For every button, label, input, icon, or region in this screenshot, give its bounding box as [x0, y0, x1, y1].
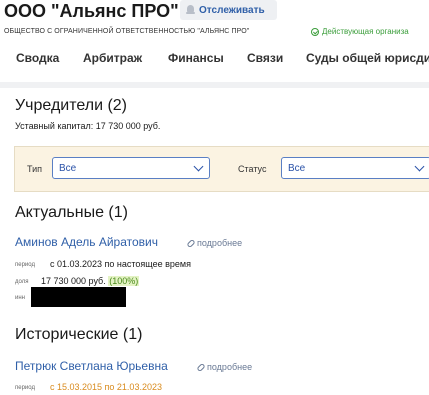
status-label: Действующая организа: [322, 27, 409, 36]
bell-icon: [186, 5, 195, 15]
section-divider: [0, 82, 429, 88]
tab-finance[interactable]: Финансы: [168, 51, 224, 65]
more-link[interactable]: подробнее: [186, 238, 243, 248]
tab-arbitration[interactable]: Арбитраж: [83, 51, 142, 65]
current-founders-title: Актуальные (1): [15, 204, 128, 221]
historical-more-link-label: подробнее: [207, 362, 253, 372]
period-label: период: [15, 262, 35, 268]
nav-tabs: Сводка Арбитраж Финансы Связи Суды общей…: [0, 44, 429, 74]
follow-button[interactable]: Отслеживать: [180, 0, 277, 20]
link-icon: [186, 238, 196, 248]
follow-button-label: Отслеживать: [199, 4, 265, 16]
share-value: 17 730 000 руб. (100%): [41, 276, 140, 286]
check-circle-icon: [311, 27, 319, 36]
status-select-value: Все: [288, 162, 306, 174]
historical-period-value: с 15.03.2015 по 21.03.2023: [50, 382, 162, 392]
status-badge: Действующая организа: [311, 27, 409, 36]
historical-period-label: период: [15, 385, 35, 391]
status-select[interactable]: Все: [281, 157, 429, 179]
authorized-capital: Уставный капитал: 17 730 000 руб.: [15, 121, 161, 131]
share-percent: (100%): [108, 276, 140, 286]
share-amount: 17 730 000 руб.: [41, 276, 106, 286]
link-icon: [196, 362, 206, 372]
chevron-down-icon: [193, 161, 204, 172]
company-title: ООО "Альянс ПРО": [4, 1, 179, 21]
historical-founder-name-link[interactable]: Петрюк Светлана Юрьевна: [15, 359, 168, 373]
chevron-down-icon: [414, 161, 425, 172]
founders-title: Учредители (2): [15, 97, 128, 114]
share-label: доля: [15, 279, 29, 285]
status-filter-label: Статус: [238, 164, 267, 174]
type-select-value: Все: [59, 162, 77, 174]
tab-connections[interactable]: Связи: [247, 51, 283, 65]
historical-founders-title: Исторические (1): [15, 326, 143, 343]
tab-general-courts[interactable]: Суды общей юрисди: [306, 51, 429, 65]
historical-more-link[interactable]: подробнее: [196, 362, 253, 372]
company-full-name: ОБЩЕСТВО С ОГРАНИЧЕННОЙ ОТВЕТСТВЕННОСТЬЮ…: [4, 28, 250, 35]
tab-summary[interactable]: Сводка: [16, 51, 59, 65]
type-select[interactable]: Все: [52, 157, 210, 179]
period-value: с 01.03.2023 по настоящее время: [50, 259, 191, 269]
founder-name-link[interactable]: Аминов Адель Айратович: [15, 235, 158, 249]
redacted-inn: [31, 287, 126, 307]
type-filter-label: Тип: [27, 164, 43, 174]
inn-label: инн: [15, 295, 25, 301]
more-link-label: подробнее: [197, 238, 243, 248]
